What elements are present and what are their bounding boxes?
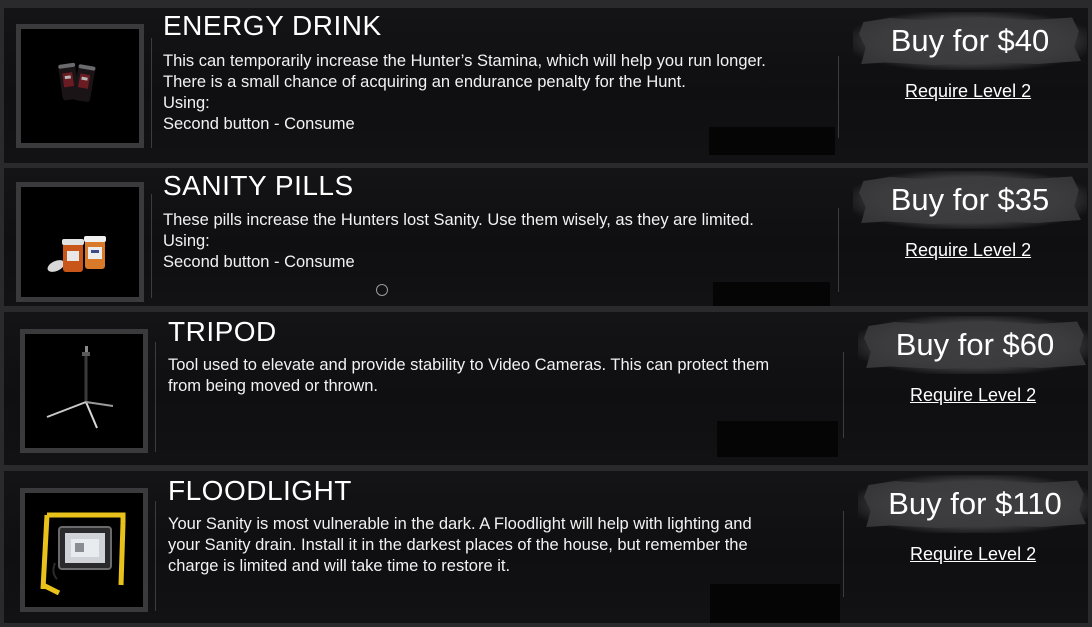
pill-bottles-icon bbox=[21, 187, 139, 297]
tripod-icon bbox=[25, 334, 143, 448]
dark-overlay-box bbox=[709, 127, 835, 155]
buy-button[interactable]: Buy for $40 bbox=[853, 12, 1087, 70]
description-line: your Sanity drain. Install it in the dar… bbox=[168, 536, 748, 554]
buy-button-label: Buy for $40 bbox=[890, 23, 1050, 58]
energy-drink-cans-icon bbox=[21, 29, 139, 143]
floodlight-thumbnail bbox=[20, 488, 148, 612]
divider-right bbox=[838, 208, 839, 292]
tripod-thumbnail bbox=[20, 329, 148, 453]
cursor-ring-icon bbox=[376, 284, 388, 296]
item-title: ENERGY DRINK bbox=[163, 10, 382, 41]
description-line: There is a small chance of acquiring an … bbox=[163, 73, 686, 91]
using-label: Using: bbox=[163, 232, 210, 250]
shop-item-tripod: TRIPOD Tool used to elevate and provide … bbox=[4, 312, 1088, 465]
using-action: Second button - Consume bbox=[163, 253, 355, 271]
buy-button[interactable]: Buy for $110 bbox=[858, 475, 1088, 533]
description-line: These pills increase the Hunters lost Sa… bbox=[163, 211, 754, 229]
description-line: charge is limited and will take time to … bbox=[168, 557, 511, 575]
shop-item-list: ENERGY DRINK This can temporarily increa… bbox=[0, 0, 1092, 627]
description-line: Tool used to elevate and provide stabili… bbox=[168, 356, 770, 374]
buy-button-label: Buy for $110 bbox=[888, 486, 1062, 521]
dark-overlay-box bbox=[717, 421, 838, 457]
description-line: from being moved or thrown. bbox=[168, 377, 379, 395]
divider-left bbox=[151, 194, 152, 298]
requirement-link[interactable]: Require Level 2 bbox=[910, 385, 1036, 406]
buy-button[interactable]: Buy for $60 bbox=[858, 316, 1088, 374]
item-title: TRIPOD bbox=[168, 316, 277, 347]
buy-button-label: Buy for $60 bbox=[895, 327, 1055, 362]
description-line: This can temporarily increase the Hunter… bbox=[163, 52, 766, 70]
item-title: SANITY PILLS bbox=[163, 170, 354, 201]
divider-left bbox=[151, 38, 152, 148]
item-description: Tool used to elevate and provide stabili… bbox=[168, 355, 848, 397]
shop-item-floodlight: FLOODLIGHT Your Sanity is most vulnerabl… bbox=[4, 471, 1088, 623]
dark-overlay-box bbox=[713, 282, 830, 306]
using-label: Using: bbox=[163, 94, 210, 112]
requirement-link[interactable]: Require Level 2 bbox=[905, 81, 1031, 102]
item-title: FLOODLIGHT bbox=[168, 475, 352, 506]
buy-button[interactable]: Buy for $35 bbox=[853, 171, 1087, 229]
item-description: These pills increase the Hunters lost Sa… bbox=[163, 210, 843, 273]
item-description: Your Sanity is most vulnerable in the da… bbox=[168, 514, 848, 577]
floodlight-icon bbox=[25, 493, 143, 607]
shop-item-energy-drink: ENERGY DRINK This can temporarily increa… bbox=[4, 8, 1088, 163]
energy-drink-thumbnail bbox=[16, 24, 144, 148]
item-description: This can temporarily increase the Hunter… bbox=[163, 51, 843, 135]
requirement-link[interactable]: Require Level 2 bbox=[905, 240, 1031, 261]
divider-left bbox=[155, 342, 156, 452]
divider-right bbox=[843, 511, 844, 597]
buy-button-label: Buy for $35 bbox=[890, 182, 1050, 217]
shop-item-sanity-pills: SANITY PILLS These pills increase the Hu… bbox=[4, 168, 1088, 306]
divider-left bbox=[155, 501, 156, 611]
dark-overlay-box bbox=[710, 584, 840, 623]
divider-right bbox=[843, 352, 844, 438]
divider-right bbox=[838, 56, 839, 138]
requirement-link[interactable]: Require Level 2 bbox=[910, 544, 1036, 565]
sanity-pills-thumbnail bbox=[16, 182, 144, 302]
description-line: Your Sanity is most vulnerable in the da… bbox=[168, 515, 752, 533]
